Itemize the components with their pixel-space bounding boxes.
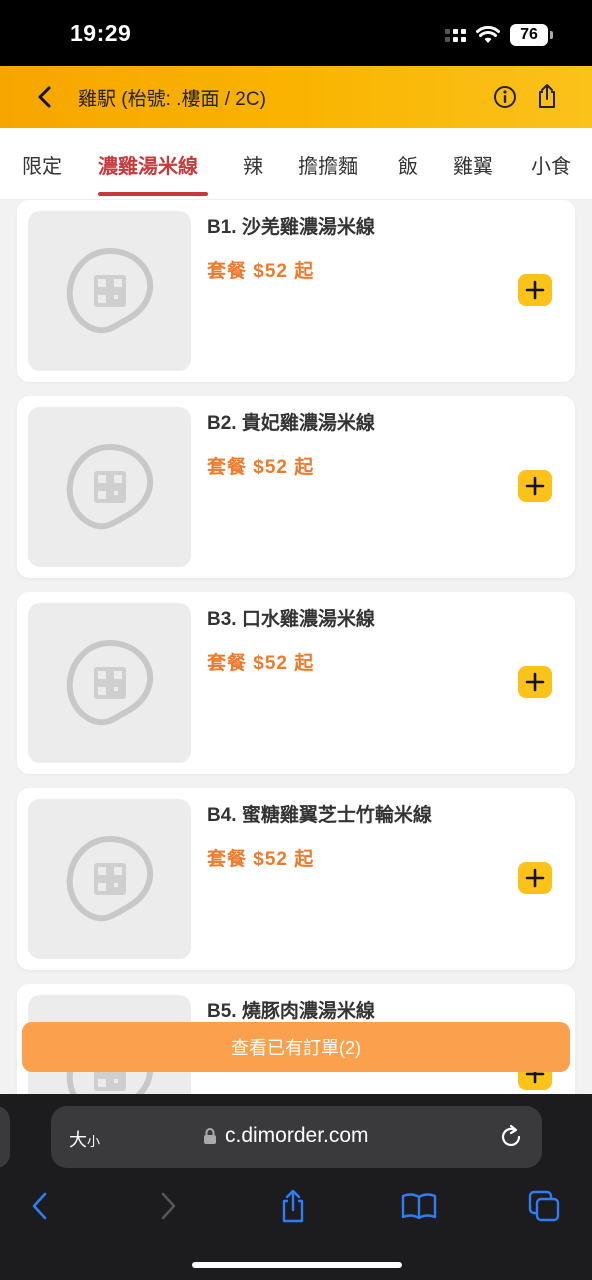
item-image-placeholder xyxy=(28,407,191,567)
item-name: B2. 貴妃雞濃湯米線 xyxy=(207,413,375,434)
tab-rice[interactable]: 飯 xyxy=(398,150,418,179)
tab-chicken-soup-rice-noodle[interactable]: 濃雞湯米線 xyxy=(98,150,198,179)
address-bar[interactable]: 大小 c.dimorder.com xyxy=(51,1106,542,1168)
placeholder-logo-icon xyxy=(66,443,153,530)
menu-item-card[interactable]: B3. 口水雞濃湯米線 套餐 $52 起 xyxy=(17,592,575,774)
tab-dandan-noodles[interactable]: 擔擔麵 xyxy=(298,150,358,179)
plus-icon xyxy=(525,280,545,300)
item-price: 套餐 $52 起 xyxy=(207,849,315,870)
reload-icon xyxy=(501,1124,521,1146)
share-icon xyxy=(282,1189,304,1223)
category-tabs: 限定 濃雞湯米線 辣 擔擔麵 飯 雞翼 小食 xyxy=(0,128,592,200)
info-button[interactable] xyxy=(491,83,519,111)
view-orders-button[interactable]: 查看已有訂單(2) xyxy=(22,1022,570,1072)
browser-toolbar: 大小 c.dimorder.com xyxy=(0,1094,592,1280)
book-icon xyxy=(401,1193,437,1220)
status-icons: 76 xyxy=(445,24,553,46)
back-button[interactable] xyxy=(30,82,60,112)
status-bar: 19:29 76 xyxy=(0,0,592,66)
url-text: c.dimorder.com xyxy=(225,1124,369,1147)
home-indicator xyxy=(192,1262,402,1268)
item-name: B3. 口水雞濃湯米線 xyxy=(207,609,375,630)
item-name: B4. 蜜糖雞翼芝士竹輪米線 xyxy=(207,805,432,826)
item-image-placeholder xyxy=(28,799,191,959)
browser-back-button[interactable] xyxy=(20,1186,60,1226)
shop-header: 雞駅 (枱號: .樓面 / 2C) xyxy=(0,66,592,128)
add-to-cart-button[interactable] xyxy=(518,470,552,502)
chevron-left-icon xyxy=(32,1192,47,1220)
plus-icon xyxy=(525,476,545,496)
browser-share-button[interactable] xyxy=(273,1186,313,1226)
item-price: 套餐 $52 起 xyxy=(207,653,315,674)
battery-indicator: 76 xyxy=(510,24,553,46)
add-to-cart-button[interactable] xyxy=(518,274,552,306)
wifi-icon xyxy=(476,26,500,43)
item-name: B1. 沙羌雞濃湯米線 xyxy=(207,217,375,238)
text-size-large: 大 xyxy=(69,1130,87,1150)
tab-limited[interactable]: 限定 xyxy=(22,150,62,179)
active-tab-indicator xyxy=(98,192,208,196)
browser-forward-button[interactable] xyxy=(148,1186,188,1226)
status-time: 19:29 xyxy=(70,20,132,46)
chevron-left-icon xyxy=(38,86,51,108)
url-display[interactable]: c.dimorder.com xyxy=(203,1124,369,1148)
tabs-icon xyxy=(528,1190,560,1222)
plus-icon xyxy=(525,868,545,888)
menu-item-card[interactable]: B2. 貴妃雞濃湯米線 套餐 $52 起 xyxy=(17,396,575,578)
text-size-small: 小 xyxy=(87,1134,101,1149)
chevron-right-icon xyxy=(161,1192,176,1220)
menu-item-card[interactable]: B4. 蜜糖雞翼芝士竹輪米線 套餐 $52 起 xyxy=(17,788,575,970)
menu-list[interactable]: B1. 沙羌雞濃湯米線 套餐 $52 起 B2. 貴妃雞濃湯米線 套餐 $52 … xyxy=(0,200,592,1094)
tabs-button[interactable] xyxy=(524,1186,564,1226)
add-to-cart-button[interactable] xyxy=(518,862,552,894)
menu-item-card[interactable]: B1. 沙羌雞濃湯米線 套餐 $52 起 xyxy=(17,200,575,382)
item-price: 套餐 $52 起 xyxy=(207,261,315,282)
previous-tab-preview[interactable] xyxy=(0,1106,10,1168)
placeholder-logo-icon xyxy=(66,835,153,922)
text-size-button[interactable]: 大小 xyxy=(69,1126,100,1152)
share-icon xyxy=(539,84,555,108)
tab-spicy[interactable]: 辣 xyxy=(243,150,263,179)
info-icon xyxy=(494,86,516,108)
item-name: B5. 燒豚肉濃湯米線 xyxy=(207,1001,375,1022)
plus-icon xyxy=(525,672,545,692)
item-image-placeholder xyxy=(28,211,191,371)
reload-button[interactable] xyxy=(498,1124,524,1150)
bookmarks-button[interactable] xyxy=(399,1186,439,1226)
tab-chicken-wings[interactable]: 雞翼 xyxy=(453,150,493,179)
tab-snacks[interactable]: 小食 xyxy=(531,150,571,179)
item-image-placeholder xyxy=(28,603,191,763)
lock-icon xyxy=(204,1128,216,1144)
cellular-signal-icon xyxy=(445,28,466,42)
add-to-cart-button[interactable] xyxy=(518,666,552,698)
item-price: 套餐 $52 起 xyxy=(207,457,315,478)
share-button[interactable] xyxy=(533,81,561,111)
shop-title: 雞駅 (枱號: .樓面 / 2C) xyxy=(78,89,266,110)
placeholder-logo-icon xyxy=(66,639,153,726)
placeholder-logo-icon xyxy=(66,247,153,334)
